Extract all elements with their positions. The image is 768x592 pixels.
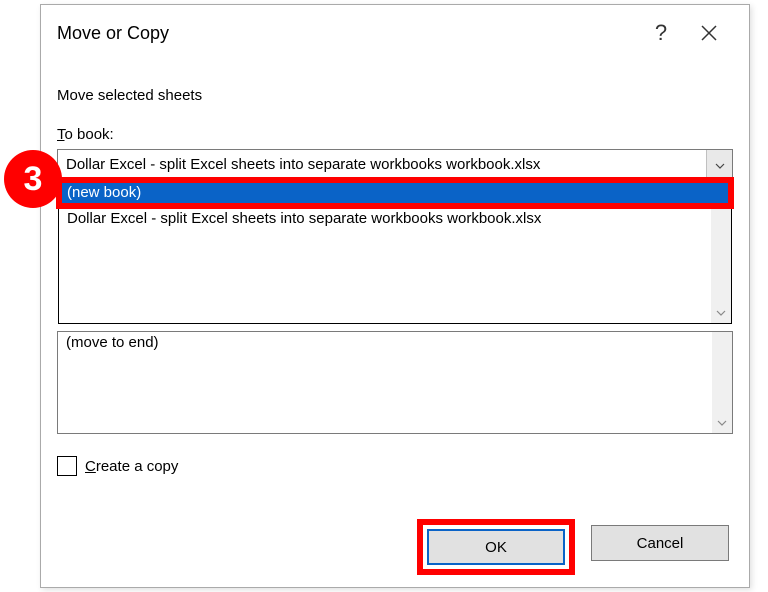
dialog-content: Move selected sheets To book: Dollar Exc… (41, 61, 749, 484)
to-book-dropdown-list: (new book) Dollar Excel - split Excel sh… (58, 179, 732, 324)
before-sheet-item-move-to-end[interactable]: (move to end) (58, 332, 732, 353)
chevron-down-icon (715, 156, 725, 172)
create-copy-checkbox[interactable] (57, 456, 77, 476)
move-or-copy-dialog: Move or Copy ? Move selected sheets To b… (40, 4, 750, 588)
close-icon (700, 18, 718, 49)
move-selected-label: Move selected sheets (57, 87, 733, 104)
create-copy-label: Create a copy (85, 458, 178, 475)
dropdown-item-existing-workbook[interactable]: Dollar Excel - split Excel sheets into s… (59, 206, 731, 232)
chevron-down-icon (712, 413, 732, 433)
to-book-combobox[interactable]: Dollar Excel - split Excel sheets into s… (57, 149, 733, 179)
to-book-selected-text: Dollar Excel - split Excel sheets into s… (58, 156, 706, 173)
dialog-button-row: OK Cancel (423, 525, 729, 569)
combo-dropdown-button[interactable] (706, 150, 732, 178)
chevron-down-icon (711, 303, 731, 323)
cancel-button[interactable]: Cancel (591, 525, 729, 561)
dropdown-item-new-book[interactable]: (new book) (59, 180, 731, 206)
ok-button[interactable]: OK (427, 529, 565, 565)
create-copy-row: Create a copy (57, 456, 733, 476)
help-icon: ? (655, 20, 667, 46)
ok-button-highlight: OK (423, 525, 569, 569)
listbox-scrollbar[interactable] (712, 332, 732, 433)
dialog-title: Move or Copy (57, 23, 637, 44)
titlebar: Move or Copy ? (41, 5, 749, 61)
to-book-label: To book: (57, 126, 733, 143)
annotation-step-badge: 3 (4, 150, 62, 208)
close-button[interactable] (685, 9, 733, 57)
help-button[interactable]: ? (637, 9, 685, 57)
before-sheet-listbox[interactable]: (move to end) (57, 331, 733, 434)
